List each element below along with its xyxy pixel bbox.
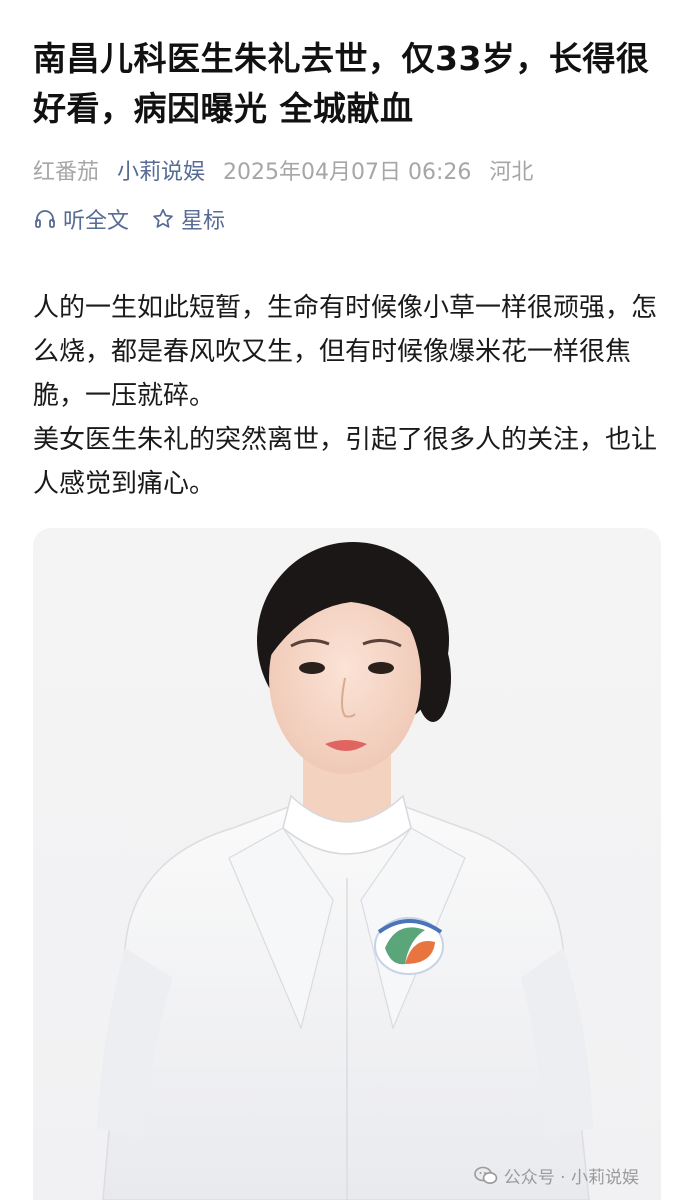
listen-label: 听全文 [63,209,130,234]
article-title: 南昌儿科医生朱礼去世，仅33岁，长得很好看，病因曝光 全城献血 [33,39,650,128]
article-body: 人的一生如此短暂，生命有时候像小草一样很顽强，怎么烧，都是春风吹又生，但有时候像… [33,286,663,506]
image-watermark: 公众号 · 小莉说娱 [473,1163,639,1188]
star-label: 星标 [181,209,226,234]
publish-location: 河北 [489,160,534,185]
article: 南昌儿科医生朱礼去世，仅33岁，长得很好看，病因曝光 全城献血 红番茄 小莉说娱… [0,0,693,1200]
watermark-text: 公众号 · 小莉说娱 [503,1168,639,1188]
headphones-icon [35,210,55,228]
star-button[interactable]: 星标 [151,203,225,235]
hospital-badge [374,917,444,975]
article-photo[interactable]: 公众号 · 小莉说娱 [33,528,661,1200]
article-actions: 听全文 星标 [33,198,247,240]
listen-button[interactable]: 听全文 [33,203,129,235]
source-label: 红番茄 [33,160,100,185]
article-meta: 红番茄 小莉说娱 2025年04月07日 06:26 河北 [33,150,551,190]
paragraph: 人的一生如此短暂，生命有时候像小草一样很顽强，怎么烧，都是春风吹又生，但有时候像… [33,293,658,411]
star-icon [153,208,173,228]
account-link[interactable]: 小莉说娱 [117,154,205,186]
wechat-icon [473,1166,498,1184]
paragraph: 美女医生朱礼的突然离世，引起了很多人的关注，也让人感觉到痛心。 [33,425,658,499]
publish-time: 2025年04月07日 06:26 [223,160,472,185]
doctor-portrait [97,542,593,1200]
